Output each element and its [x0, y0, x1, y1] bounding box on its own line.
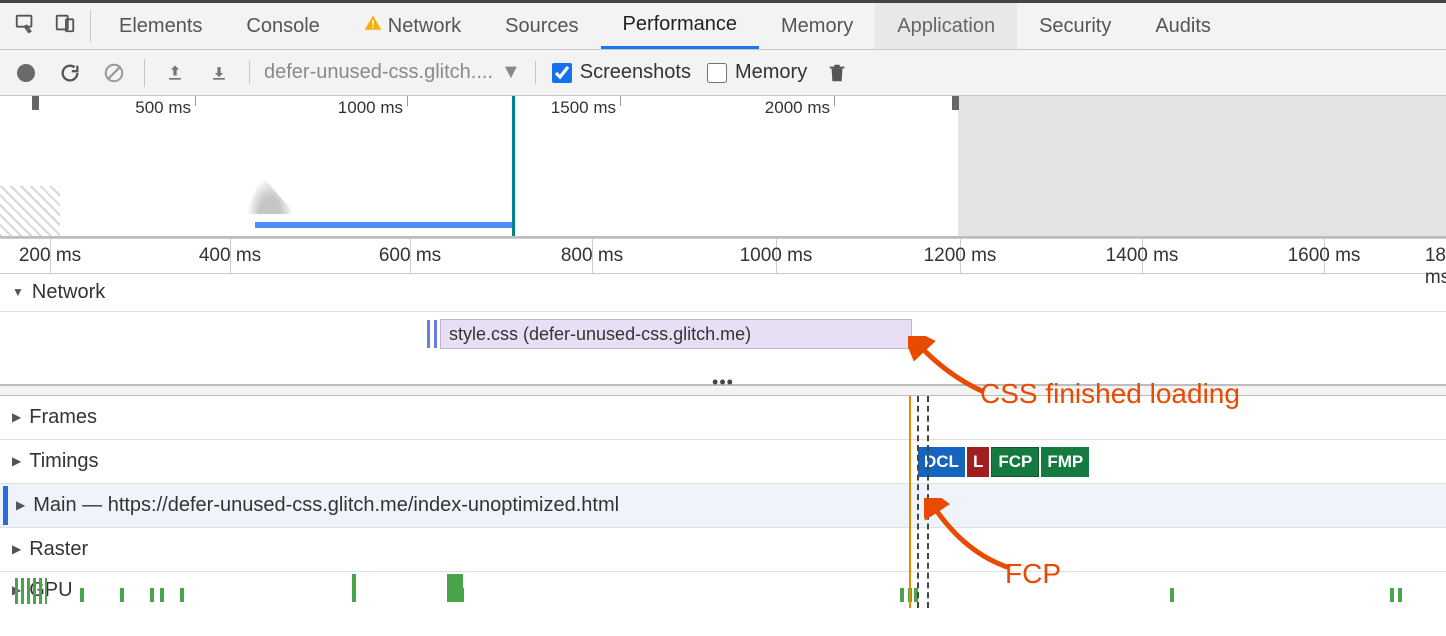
- tab-memory[interactable]: Memory: [759, 3, 875, 49]
- overview-tick-label: 1000 ms: [338, 98, 403, 118]
- chevron-down-icon: ▼: [501, 61, 521, 84]
- network-request-bar[interactable]: style.css (defer-unused-css.glitch.me): [440, 319, 912, 349]
- track-raster-label: Raster: [29, 538, 88, 561]
- track-network[interactable]: Network: [0, 274, 1446, 312]
- device-toggle-icon[interactable]: [54, 12, 76, 40]
- trash-icon[interactable]: [823, 59, 851, 87]
- timing-pills: DCL L FCP FMP: [918, 447, 1089, 477]
- disclosure-triangle-icon[interactable]: [12, 406, 21, 429]
- annotation-css-loaded: CSS finished loading: [980, 378, 1240, 410]
- overview-handle-left[interactable]: [32, 96, 39, 110]
- track-raster[interactable]: Raster: [0, 528, 1446, 572]
- screenshots-checkbox[interactable]: Screenshots: [552, 61, 691, 84]
- ruler-tick-label: 200 ms: [19, 245, 81, 267]
- record-button[interactable]: [12, 59, 40, 87]
- overview-tick-label: 500 ms: [135, 98, 191, 118]
- tab-application[interactable]: Application: [875, 3, 1017, 49]
- timing-pill-fcp[interactable]: FCP: [991, 447, 1039, 477]
- overview-shade: [958, 96, 1446, 236]
- tracks-area: Network style.css (defer-unused-css.glit…: [0, 274, 1446, 608]
- disclosure-triangle-icon[interactable]: [16, 494, 25, 517]
- overview-hatch: [0, 186, 60, 236]
- track-timings-label: Timings: [29, 450, 98, 473]
- track-gpu[interactable]: GPU: [0, 572, 1446, 608]
- track-main-label: Main — https://defer-unused-css.glitch.m…: [33, 494, 619, 517]
- tab-sources[interactable]: Sources: [483, 3, 600, 49]
- arrow-icon: [908, 336, 994, 396]
- inspect-icon[interactable]: [14, 12, 36, 40]
- ruler-tick-label: 1000 ms: [740, 245, 813, 267]
- track-main-marker: [3, 486, 8, 525]
- devtools-tabs: ElementsConsoleNetworkSourcesPerformance…: [0, 0, 1446, 50]
- tab-console[interactable]: Console: [224, 3, 341, 49]
- tab-separator: [90, 10, 91, 42]
- track-frames-label: Frames: [29, 406, 97, 429]
- disclosure-triangle-icon[interactable]: [12, 281, 24, 304]
- tab-security[interactable]: Security: [1017, 3, 1133, 49]
- reload-button[interactable]: [56, 59, 84, 87]
- timing-pill-fmp[interactable]: FMP: [1041, 447, 1089, 477]
- performance-toolbar: defer-unused-css.glitch.... ▼ Screenshot…: [0, 50, 1446, 96]
- tab-performance[interactable]: Performance: [601, 3, 760, 49]
- timing-pill-dcl[interactable]: DCL: [918, 447, 965, 477]
- tab-elements[interactable]: Elements: [97, 3, 224, 49]
- gpu-hatch: [15, 578, 47, 604]
- upload-profile-icon[interactable]: [161, 59, 189, 87]
- overview-tick-label: 2000 ms: [765, 98, 830, 118]
- ruler-tick-label: 400 ms: [199, 245, 261, 267]
- clear-button[interactable]: [100, 59, 128, 87]
- tab-audits[interactable]: Audits: [1133, 3, 1233, 49]
- overview-timeline[interactable]: 500 ms1000 ms1500 ms2000 ms2500 ms3000 m…: [0, 96, 1446, 238]
- disclosure-triangle-icon[interactable]: [12, 450, 21, 473]
- profile-select-value: defer-unused-css.glitch....: [264, 61, 493, 84]
- overview-playhead[interactable]: [512, 96, 515, 236]
- marker-line: [917, 396, 919, 608]
- memory-checkbox[interactable]: Memory: [707, 61, 807, 84]
- ruler-tick-label: 1400 ms: [1106, 245, 1179, 267]
- arrow-icon: [924, 498, 1020, 574]
- overview-handle-right[interactable]: [952, 96, 959, 110]
- network-request-label: style.css (defer-unused-css.glitch.me): [449, 324, 751, 345]
- marker-line-orange: [909, 396, 911, 608]
- tab-network[interactable]: Network: [342, 3, 483, 49]
- track-timings[interactable]: Timings DCL L FCP FMP: [0, 440, 1446, 484]
- main-ruler[interactable]: 200 ms 400 ms 600 ms 800 ms 1000 ms 1200 ms 14…: [0, 238, 1446, 274]
- timing-pill-l[interactable]: L: [967, 447, 989, 477]
- ruler-tick-label: 1600 ms: [1288, 245, 1361, 267]
- ruler-tick-label: 800 ms: [561, 245, 623, 267]
- profile-select-wrap[interactable]: defer-unused-css.glitch.... ▼: [249, 61, 536, 84]
- drag-handle-icon[interactable]: •••: [712, 372, 734, 393]
- warning-icon: [364, 14, 382, 38]
- ruler-tick-label: 1200 ms: [924, 245, 997, 267]
- ruler-tick-label: 600 ms: [379, 245, 441, 267]
- download-profile-icon[interactable]: [205, 59, 233, 87]
- overview-tick-label: 1500 ms: [551, 98, 616, 118]
- overview-network-bar: [255, 222, 512, 228]
- tab-left-icons: [0, 12, 90, 40]
- network-request-queue-icon: [427, 320, 439, 348]
- overview-cpu-bump: [245, 174, 295, 214]
- track-main[interactable]: Main — https://defer-unused-css.glitch.m…: [0, 484, 1446, 528]
- disclosure-triangle-icon[interactable]: [12, 538, 21, 561]
- track-network-label: Network: [32, 281, 105, 304]
